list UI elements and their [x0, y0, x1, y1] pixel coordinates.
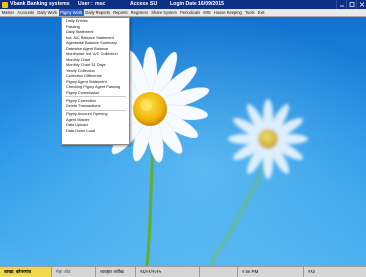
- minimize-icon[interactable]: [336, 0, 346, 9]
- menu-reports[interactable]: Reports: [112, 9, 130, 16]
- window-controls: [336, 0, 366, 9]
- status-transaction-date-label: व्यवहार तारीख: [96, 267, 136, 277]
- menu-periodicals[interactable]: Periodicals: [179, 9, 202, 16]
- menu-pigmy-work[interactable]: Pigmy Work: [58, 9, 84, 16]
- menu-mis[interactable]: MIS: [202, 9, 212, 16]
- dropdown-item-checking-pigmy-agent-passing[interactable]: Checking Pigmy Agent Passing: [62, 84, 129, 90]
- daisy-wallpaper: [0, 17, 366, 266]
- menu-tools[interactable]: Tools: [243, 9, 256, 16]
- dropdown-item-data-down-load[interactable]: Data Down Load: [62, 128, 129, 134]
- title-bar: Vbank Banking systems User : msc Access …: [0, 0, 366, 9]
- status-count: २९३: [308, 269, 316, 274]
- app-logo-icon: [2, 1, 8, 8]
- access-value: SU: [150, 1, 158, 7]
- close-icon[interactable]: [356, 0, 366, 9]
- status-transaction-date: १६/०९/२०१५: [136, 267, 200, 277]
- menu-daily-work[interactable]: Daily Work: [36, 9, 59, 16]
- pigmy-work-dropdown: Daily Entries Passing Daily Statement Ind. …: [61, 17, 130, 145]
- user-value: msc: [95, 1, 106, 7]
- app-title: Vbank Banking systems: [10, 1, 70, 7]
- menu-bar: Master Accounts Daily Work Pigmy Work Daily …: [0, 9, 366, 17]
- status-cell-5: [200, 267, 238, 277]
- menu-share-system[interactable]: Share System: [150, 9, 179, 16]
- access-label: Access :: [130, 1, 152, 7]
- login-date-value: 16/09/2015: [198, 1, 224, 7]
- status-cell-2: मेहा जोड: [52, 267, 96, 277]
- maximize-icon[interactable]: [346, 0, 356, 9]
- menu-house-keeping[interactable]: House Keeping: [212, 9, 243, 16]
- status-branch: शाखा: कोपरगांव: [0, 267, 52, 277]
- status-bar: शाखा: कोपरगांव मेहा जोड व्यवहार तारीख १६…: [0, 266, 366, 277]
- login-date-label: Login Date :: [170, 1, 200, 7]
- desktop-background: [0, 17, 366, 266]
- menu-master[interactable]: Master: [0, 9, 16, 16]
- menu-separator: [62, 109, 129, 112]
- menu-daily-reports[interactable]: Daily Reports: [84, 9, 112, 16]
- user-label: User :: [78, 1, 93, 7]
- menu-registers[interactable]: Registers: [129, 9, 149, 16]
- status-time: १:४४ PM: [238, 267, 304, 277]
- menu-accounts[interactable]: Accounts: [16, 9, 36, 16]
- menu-separator: [62, 95, 129, 98]
- menu-exit[interactable]: Exit: [256, 9, 266, 16]
